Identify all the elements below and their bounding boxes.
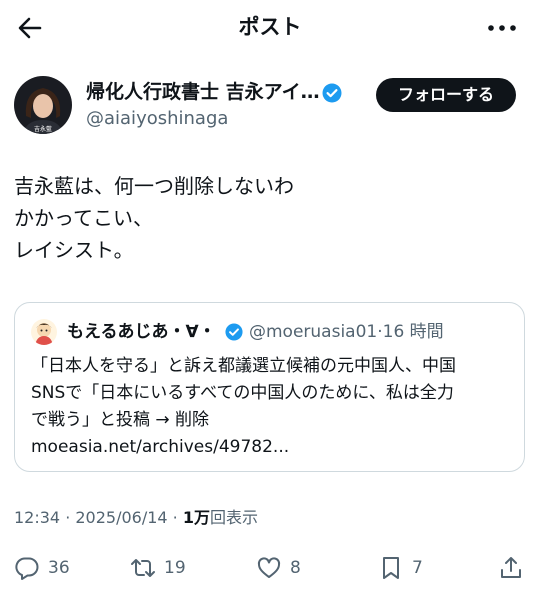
- like-count: 8: [290, 558, 301, 578]
- tweet-line: 吉永藍は、何一つ削除しないわ: [14, 174, 294, 198]
- post-timestamp: 12:34 · 2025/06/14 · 1万回表示: [14, 506, 258, 530]
- top-bar: ポスト: [0, 0, 540, 56]
- retweet-count: 19: [164, 558, 186, 578]
- share-icon: [501, 557, 521, 578]
- share-button[interactable]: [498, 546, 524, 590]
- reply-count: 36: [48, 558, 70, 578]
- like-button[interactable]: 8: [256, 546, 301, 590]
- more-options-icon[interactable]: [484, 12, 520, 44]
- verified-badge-icon: [322, 83, 342, 103]
- reply-icon: [15, 557, 39, 580]
- bookmark-icon: [383, 557, 399, 579]
- quote-meta: @moeruasia01·16 時間: [249, 320, 444, 344]
- bookmark-count: 7: [412, 558, 423, 578]
- quoted-post-card[interactable]: もえるあじあ・∀・ @moeruasia01·16 時間 「日本人を守る」と訴え…: [14, 302, 525, 472]
- reply-button[interactable]: 36: [14, 546, 70, 590]
- quote-author-avatar: [31, 319, 57, 345]
- author-handle[interactable]: @aiaiyoshinaga: [86, 106, 228, 132]
- retweet-button[interactable]: 19: [130, 546, 186, 590]
- quote-link: moeasia.net/archives/49782...: [31, 437, 290, 457]
- bookmark-button[interactable]: 7: [378, 546, 423, 590]
- meta-separator: ·: [167, 508, 183, 527]
- tweet-text: 吉永藍は、何一つ削除しないわ かかってこい、 レイシスト。: [14, 170, 524, 266]
- author-name[interactable]: 帰化人行政書士 吉永アイ…: [86, 79, 320, 105]
- author-avatar[interactable]: 吉永藍: [14, 76, 72, 134]
- quote-line: で戦う」と投稿 → 削除: [31, 410, 210, 430]
- meta-separator: ·: [60, 508, 76, 527]
- quote-text: 「日本人を守る」と訴え都議選立候補の元中国人、中国 SNSで「日本にいるすべての…: [31, 353, 511, 461]
- retweet-icon: [131, 559, 155, 577]
- quote-line: SNSで「日本にいるすべての中国人のために、私は全力: [31, 383, 454, 403]
- tweet-line: かかってこい、: [14, 206, 153, 230]
- quote-author-name: もえるあじあ・∀・: [67, 322, 216, 342]
- heart-icon: [257, 557, 281, 578]
- avatar-caption: 吉永藍: [34, 125, 52, 133]
- quote-verified-badge-icon: [225, 323, 243, 341]
- post-time[interactable]: 12:34: [14, 508, 60, 527]
- view-count: 1万: [182, 508, 210, 527]
- view-label: 回表示: [210, 508, 259, 527]
- quote-time: 16 時間: [382, 322, 444, 342]
- tweet-line: レイシスト。: [14, 238, 134, 262]
- follow-button[interactable]: フォローする: [376, 78, 516, 112]
- page-title: ポスト: [238, 15, 302, 39]
- quote-author-handle: @moeruasia01: [249, 322, 378, 342]
- post-date[interactable]: 2025/06/14: [75, 508, 167, 527]
- action-bar: 36 19 8 7: [0, 546, 540, 590]
- quote-line: 「日本人を守る」と訴え都議選立候補の元中国人、中国: [31, 356, 456, 376]
